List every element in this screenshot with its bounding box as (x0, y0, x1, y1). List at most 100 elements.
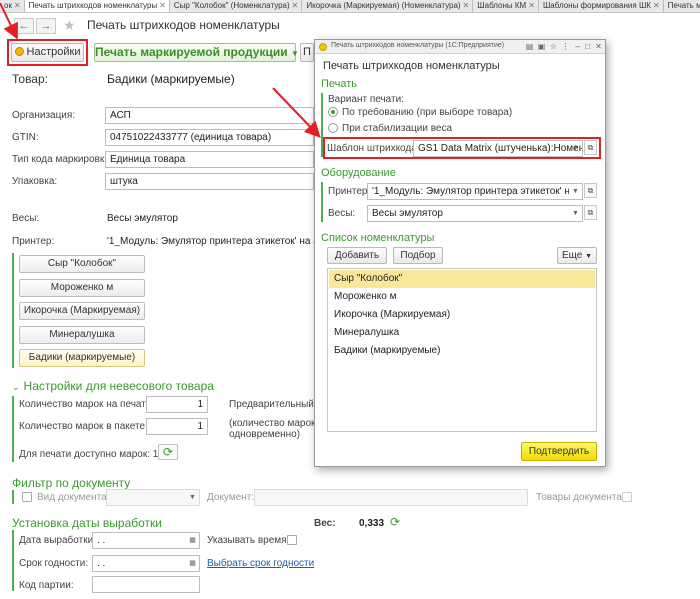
expiry-field[interactable]: . . ▦ (92, 555, 200, 572)
close-icon[interactable]: ✕ (463, 1, 470, 10)
close-icon[interactable]: ✕ (594, 42, 603, 51)
app-logo-icon (319, 43, 327, 51)
print-marked-button[interactable]: Печать маркируемой продукции ▼ (94, 43, 299, 62)
weight-label: Вес: (314, 518, 336, 529)
tab-0[interactable]: ок ✕ (0, 0, 25, 12)
choose-expiry-link[interactable]: Выбрать срок годности (207, 558, 314, 569)
list-item[interactable]: Мороженко м (329, 288, 595, 306)
nonweight-section-title[interactable]: ⌄ Настройки для невесового товара (12, 379, 214, 393)
more-button[interactable]: Еще ▼ (557, 247, 597, 264)
document-label: Документ: (207, 492, 255, 503)
open-scales-button[interactable]: ⧉ (584, 205, 597, 220)
list-item[interactable]: Бадики (маркируемые) (329, 342, 595, 360)
open-printer-button[interactable]: ⧉ (584, 183, 597, 198)
production-date-field[interactable]: . . ▦ (92, 532, 200, 549)
tab-label: Сыр "Колобок" (Номенклатура) (173, 1, 290, 10)
quick-item-button[interactable]: Мороженко м (19, 279, 145, 297)
radio-on-stabilize-label: При стабилизации веса (342, 123, 453, 134)
arrow-right-icon: → (40, 20, 52, 32)
marks-count-field[interactable]: 1 (146, 396, 208, 413)
radio-on-stabilize[interactable] (328, 123, 338, 133)
gtin-field[interactable]: 04751022433777 (единица товара) (105, 129, 314, 146)
doc-type-checkbox[interactable] (22, 492, 32, 502)
in-package-field[interactable]: 1 (146, 418, 208, 435)
package-field[interactable]: штука (105, 173, 314, 190)
back-button[interactable]: ← (14, 18, 34, 34)
tab-6[interactable]: Печать марок и агрегац (664, 0, 700, 12)
minimize-icon[interactable]: – (573, 42, 582, 51)
refresh-icon: ⟳ (162, 445, 174, 459)
add-button[interactable]: Добавить (327, 247, 387, 264)
list-item-label: Минералушка (334, 327, 400, 338)
popup-scales-field[interactable]: Весы эмулятор ▼ (367, 205, 583, 222)
marks-count-value: 1 (197, 399, 203, 410)
code-type-field[interactable]: Единица товара (105, 151, 314, 168)
code-type-label: Тип кода маркировки: (12, 154, 113, 165)
add-label: Добавить (334, 250, 380, 261)
close-icon[interactable]: ✕ (528, 1, 535, 10)
tab-4[interactable]: Шаблоны КМ ✕ (473, 0, 539, 12)
popup-printer-field[interactable]: '1_Модуль: Эмулятор принтера этикеток' н… (367, 183, 583, 200)
organization-field[interactable]: АСП (105, 107, 314, 124)
close-icon[interactable]: ✕ (292, 1, 299, 10)
in-package-note-1: (количество марок, кото (229, 418, 314, 429)
radio-on-demand[interactable] (328, 107, 338, 117)
tab-5[interactable]: Шаблоны формирования ШК ✕ (539, 0, 664, 12)
close-icon[interactable]: ✕ (653, 1, 660, 10)
product-label: Товар: (12, 72, 48, 86)
quick-item-button[interactable]: Сыр "Колобок" (19, 255, 145, 273)
items-list-section-title: Список номенклатуры (321, 232, 435, 244)
quick-item-button[interactable]: Икорочка (Маркируемая) (19, 302, 145, 320)
more-icon[interactable]: ⋮ (561, 42, 570, 51)
close-icon[interactable]: ✕ (159, 1, 166, 10)
chevron-down-icon[interactable]: ▼ (569, 184, 582, 199)
confirm-button[interactable]: Подтвердить (521, 442, 597, 461)
in-package-note-2: одновременно) (229, 429, 301, 440)
save-icon[interactable]: ▣ (537, 42, 546, 51)
star-icon[interactable]: ☆ (549, 42, 558, 51)
print-label: Печать маркируемой продукции (95, 45, 288, 59)
refresh-button[interactable]: ⟳ (158, 444, 178, 460)
chevron-down-icon: ▼ (290, 49, 299, 58)
list-item[interactable]: Икорочка (Маркируемая) (329, 306, 595, 324)
show-time-checkbox[interactable] (287, 535, 297, 545)
tab-label: Печать штрихкодов номенклатуры (28, 1, 158, 10)
maximize-icon[interactable]: □ (583, 42, 592, 51)
forward-button[interactable]: → (36, 18, 56, 34)
goods-of-doc-checkbox[interactable] (622, 492, 632, 502)
close-icon[interactable]: ✕ (14, 1, 21, 10)
goods-of-doc-label: Товары документа: (536, 492, 625, 503)
organization-value: АСП (110, 110, 131, 121)
pick-button[interactable]: Подбор (393, 247, 443, 264)
list-item[interactable]: Минералушка (329, 324, 595, 342)
star-icon[interactable]: ★ (63, 17, 76, 34)
more-toolbar-label: П (303, 46, 311, 58)
tab-2[interactable]: Сыр "Колобок" (Номенклатура) ✕ (170, 0, 303, 12)
print-icon[interactable]: ▤ (525, 42, 534, 51)
production-date-label: Дата выработки: (19, 535, 96, 546)
print-variant-label: Вариант печати: (328, 94, 404, 105)
doc-type-field[interactable]: ▼ (106, 489, 200, 506)
chevron-down-icon[interactable]: ▼ (569, 206, 582, 221)
batch-code-field[interactable] (92, 576, 200, 593)
list-item[interactable]: Сыр "Колобок" (329, 270, 595, 288)
more-toolbar-button[interactable]: П (300, 43, 314, 62)
quick-item-label: Сыр "Колобок" (47, 258, 117, 269)
in-package-value: 1 (197, 421, 203, 432)
nonweight-group-bar (12, 396, 14, 462)
calendar-icon[interactable]: ▦ (186, 556, 199, 571)
calendar-icon[interactable]: ▦ (186, 533, 199, 548)
expiry-value: . . (97, 558, 106, 569)
refresh-icon[interactable]: ⟳ (390, 515, 400, 529)
page-title: Печать штрихкодов номенклатуры (87, 18, 280, 32)
preliminary-label: Предварительный про (229, 399, 314, 410)
quick-item-button[interactable]: Минералушка (19, 326, 145, 344)
template-highlight (323, 137, 601, 159)
tab-label: Печать марок и агрегац (667, 1, 700, 10)
document-field[interactable] (254, 489, 528, 506)
tab-3[interactable]: Икорочка (Маркируемая) (Номенклатура) ✕ (302, 0, 474, 12)
quick-item-button[interactable]: Бадики (маркируемые) (19, 349, 145, 367)
popup-printer-value: '1_Модуль: Эмулятор принтера этикеток' н… (372, 186, 583, 197)
quick-item-label: Минералушка (49, 329, 115, 340)
tab-1[interactable]: Печать штрихкодов номенклатуры ✕ (24, 0, 170, 12)
